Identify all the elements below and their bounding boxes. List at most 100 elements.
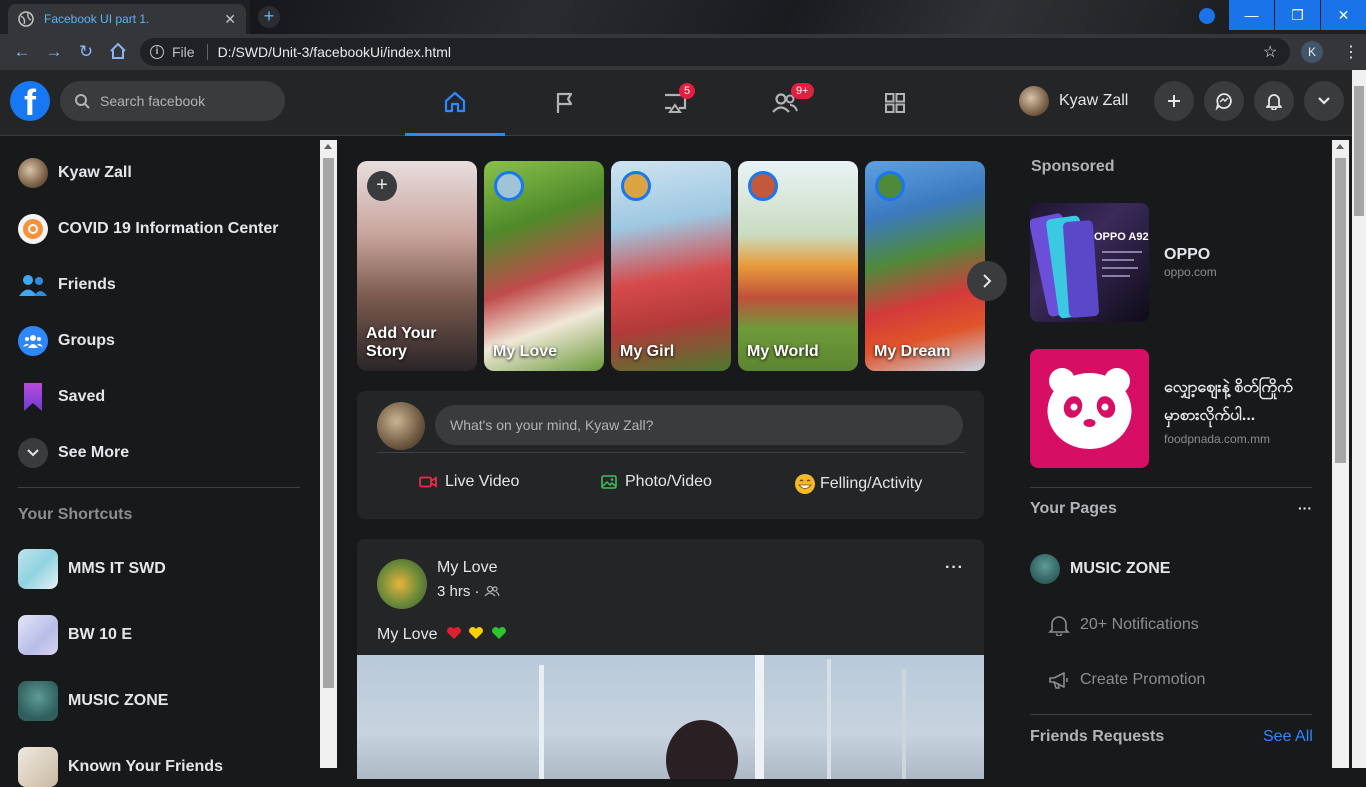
page-notifications-link[interactable]: 20+ Notifications (1048, 614, 1199, 636)
oppo-phone-art (1030, 213, 1142, 319)
globe-icon (18, 11, 34, 27)
close-window-button[interactable]: ✕ (1321, 0, 1366, 30)
tab-home[interactable] (405, 70, 505, 136)
minimize-button[interactable]: — (1229, 0, 1274, 30)
ad-image[interactable] (1030, 349, 1149, 468)
scroll-up-arrow-icon[interactable] (324, 144, 332, 149)
window-scrollbar[interactable] (1352, 70, 1366, 768)
tab-pages[interactable] (515, 70, 615, 136)
ad-image[interactable]: OPPO A92 (1030, 203, 1149, 322)
feeling-activity-button[interactable]: Felling/Activity (794, 473, 922, 495)
sidebar-divider (18, 487, 300, 488)
scrollbar-thumb[interactable] (323, 158, 334, 688)
red-heart-icon (446, 627, 461, 639)
story-card[interactable]: My Love (484, 161, 604, 371)
account-menu-button[interactable] (1304, 81, 1344, 121)
restore-button[interactable]: ❐ (1275, 0, 1320, 30)
tab-menu[interactable] (845, 70, 945, 136)
bookmark-star-icon[interactable]: ☆ (1263, 42, 1277, 62)
sidebar-item-covid[interactable]: COVID 19 Information Center (18, 214, 278, 244)
shortcut-item[interactable]: Known Your Friends (18, 747, 223, 787)
shortcut-thumbnail (18, 681, 58, 721)
scrollbar-thumb[interactable] (1354, 86, 1364, 216)
bell-icon (1266, 94, 1282, 110)
scroll-up-arrow-icon[interactable] (1336, 144, 1344, 149)
ad-name[interactable]: OPPO (1164, 246, 1210, 264)
browser-menu-icon[interactable]: ⋮ (1343, 42, 1359, 62)
smiley-icon (795, 474, 815, 494)
ad-url: foodpnada.com.mm (1164, 432, 1271, 446)
stories-next-button[interactable] (967, 261, 1007, 301)
see-all-link[interactable]: See All (1263, 728, 1313, 746)
yellow-heart-icon (469, 627, 484, 639)
create-promotion-link[interactable]: Create Promotion (1048, 670, 1205, 690)
photo-video-button[interactable]: Photo/Video (601, 473, 712, 491)
sidebar-item-friends[interactable]: Friends (18, 270, 116, 300)
ad-name[interactable]: လျှော့ဈေးနဲ့ စိတ်ကြိုက် (1164, 376, 1293, 400)
info-icon[interactable]: i (150, 45, 164, 59)
avatar[interactable] (377, 559, 427, 609)
omnibox[interactable]: i File D:/SWD/Unit-3/facebookUi/index.ht… (140, 38, 1290, 66)
url-text[interactable]: D:/SWD/Unit-3/facebookUi/index.html (218, 44, 451, 60)
right-scrollbar[interactable] (1332, 140, 1349, 768)
post-menu-icon[interactable]: ··· (945, 559, 964, 577)
story-avatar (748, 171, 778, 201)
add-story-plus-icon[interactable]: + (367, 171, 397, 201)
left-sidebar: Kyaw Zall COVID 19 Information Center Fr… (0, 136, 320, 787)
story-avatar (875, 171, 905, 201)
sidebar-item-groups[interactable]: Groups (18, 326, 115, 356)
ad-name-line2[interactable]: မှာစားလိုက်ပါ... (1164, 404, 1255, 428)
search-box[interactable] (60, 81, 285, 121)
post-image[interactable] (357, 655, 984, 779)
scrollbar-thumb[interactable] (1335, 158, 1346, 463)
sidebar-item-saved[interactable]: Saved (18, 382, 105, 412)
pages-menu-icon[interactable]: ··· (1298, 500, 1312, 516)
create-button[interactable] (1154, 81, 1194, 121)
search-input[interactable] (100, 93, 270, 109)
profile-link[interactable]: Kyaw Zall (1019, 86, 1128, 116)
sidebar-item-label: See More (58, 444, 130, 461)
profile-avatar[interactable]: K (1301, 41, 1323, 63)
notifications-button[interactable] (1254, 81, 1294, 121)
page-item[interactable]: MUSIC ZONE (1030, 554, 1170, 584)
avatar (1019, 86, 1049, 116)
shortcut-item[interactable]: MUSIC ZONE (18, 681, 168, 721)
composer-input[interactable]: What's on your mind, Kyaw Zall? (435, 405, 963, 445)
tab-close-icon[interactable]: ✕ (224, 11, 236, 28)
sidebar-item-label: Kyaw Zall (58, 164, 132, 181)
tab-watch[interactable]: 5 (625, 70, 725, 136)
avatar (377, 402, 425, 450)
chevron-right-icon (983, 274, 992, 288)
back-icon[interactable]: ← (12, 42, 32, 62)
browser-profile-indicator[interactable] (1199, 8, 1215, 24)
sidebar-item-profile[interactable]: Kyaw Zall (18, 158, 132, 188)
story-label: My Dream (874, 343, 951, 360)
friends-icon (18, 270, 48, 300)
new-tab-button[interactable]: + (258, 6, 280, 28)
reload-icon[interactable]: ↻ (76, 42, 96, 62)
left-scrollbar[interactable] (320, 140, 337, 768)
action-label: Photo/Video (625, 473, 712, 490)
shortcut-item[interactable]: BW 10 E (18, 615, 132, 655)
forward-icon[interactable]: → (44, 42, 64, 62)
tab-friends[interactable]: 9+ (735, 70, 835, 136)
sidebar-item-label: Saved (58, 388, 106, 405)
story-card[interactable]: My Girl (611, 161, 731, 371)
composer-divider (377, 452, 965, 453)
browser-tab[interactable]: Facebook UI part 1. ✕ (8, 4, 246, 34)
post-author[interactable]: My Love (437, 559, 497, 577)
post-time: 3 hrs · (437, 583, 500, 600)
live-video-button[interactable]: Live Video (419, 473, 519, 491)
friends-audience-icon (484, 585, 500, 597)
shortcut-item[interactable]: MMS IT SWD (18, 549, 166, 589)
home-browser-icon[interactable] (108, 42, 128, 62)
messenger-button[interactable] (1204, 81, 1244, 121)
bell-icon (1048, 616, 1070, 636)
sidebar-item-see-more[interactable]: See More (18, 438, 129, 468)
story-card[interactable]: + Add Your Story (357, 161, 477, 371)
post-text-content: My Love (377, 626, 438, 643)
story-card[interactable]: My Dream (865, 161, 985, 371)
action-label: Felling/Activity (820, 475, 923, 492)
story-card[interactable]: My World (738, 161, 858, 371)
facebook-logo[interactable]: f (10, 81, 50, 121)
